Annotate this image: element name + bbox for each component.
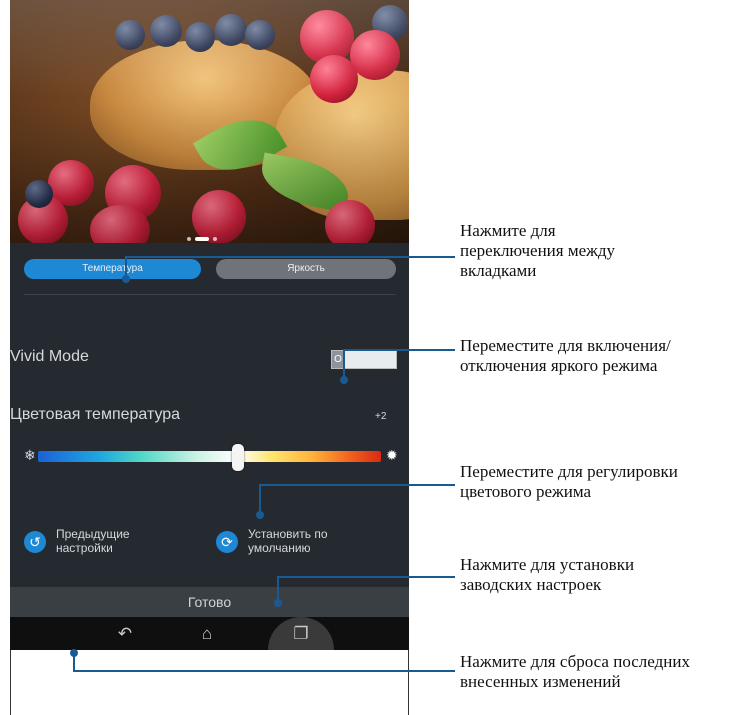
color-temperature-value: +2 xyxy=(375,411,387,422)
back-icon[interactable]: ↶ xyxy=(105,617,145,650)
reset-icon: ⟳ xyxy=(216,531,238,553)
callout-line xyxy=(125,257,127,277)
callout-vivid: Переместите для включения/ отключения яр… xyxy=(460,336,671,375)
reset-default-button[interactable]: ⟳ Установить по умолчанию xyxy=(216,527,328,555)
callout-line xyxy=(73,670,455,672)
recent-apps-icon[interactable]: ❐ xyxy=(268,617,334,650)
previous-settings-label: Предыдущие настройки xyxy=(56,527,130,555)
callout-default: Нажмите для установки заводских настроек xyxy=(460,555,635,594)
vivid-mode-label: Vivid Mode xyxy=(10,348,89,365)
color-temperature-slider[interactable] xyxy=(38,451,381,462)
slider-thumb[interactable] xyxy=(232,444,244,471)
color-temperature-label: Цветовая температура xyxy=(10,406,181,423)
callout-slider: Переместите для регулировки цветового ре… xyxy=(460,462,678,501)
page-dot-active xyxy=(195,237,209,241)
callout-previous: Нажмите для сброса последних внесенных и… xyxy=(460,652,690,691)
vivid-mode-toggle[interactable]: O xyxy=(331,350,397,369)
page-dot xyxy=(187,237,191,241)
callout-line xyxy=(277,576,455,578)
undo-icon: ↺ xyxy=(24,531,46,553)
tab-bar: Температура Яркость xyxy=(24,259,396,279)
callout-line xyxy=(343,349,455,351)
callout-line xyxy=(343,350,345,378)
tab-brightness[interactable]: Яркость xyxy=(216,259,396,279)
page-dot xyxy=(213,237,217,241)
previous-settings-button[interactable]: ↺ Предыдущие настройки xyxy=(24,527,130,555)
callout-tabs: Нажмите для переключения между вкладками xyxy=(460,221,616,280)
callout-line xyxy=(259,485,261,513)
navigation-bar: ↶ ⌂ ❐ xyxy=(10,617,409,650)
phone-screen: Температура Яркость Vivid Mode O Цветова… xyxy=(10,0,409,650)
reset-default-label: Установить по умолчанию xyxy=(248,527,328,555)
photo-shade xyxy=(10,0,409,243)
callout-line xyxy=(73,653,75,671)
divider xyxy=(24,294,396,295)
photo-page-indicator xyxy=(185,228,219,243)
header-photo xyxy=(10,0,409,243)
home-icon[interactable]: ⌂ xyxy=(187,617,227,650)
callout-line xyxy=(277,577,279,601)
tab-temperature[interactable]: Температура xyxy=(24,259,201,279)
done-button[interactable]: Готово xyxy=(10,587,409,617)
snowflake-icon: ❄ xyxy=(24,447,36,463)
sun-icon: ✹ xyxy=(386,447,398,463)
callout-line xyxy=(259,484,455,486)
callout-line xyxy=(125,256,455,258)
